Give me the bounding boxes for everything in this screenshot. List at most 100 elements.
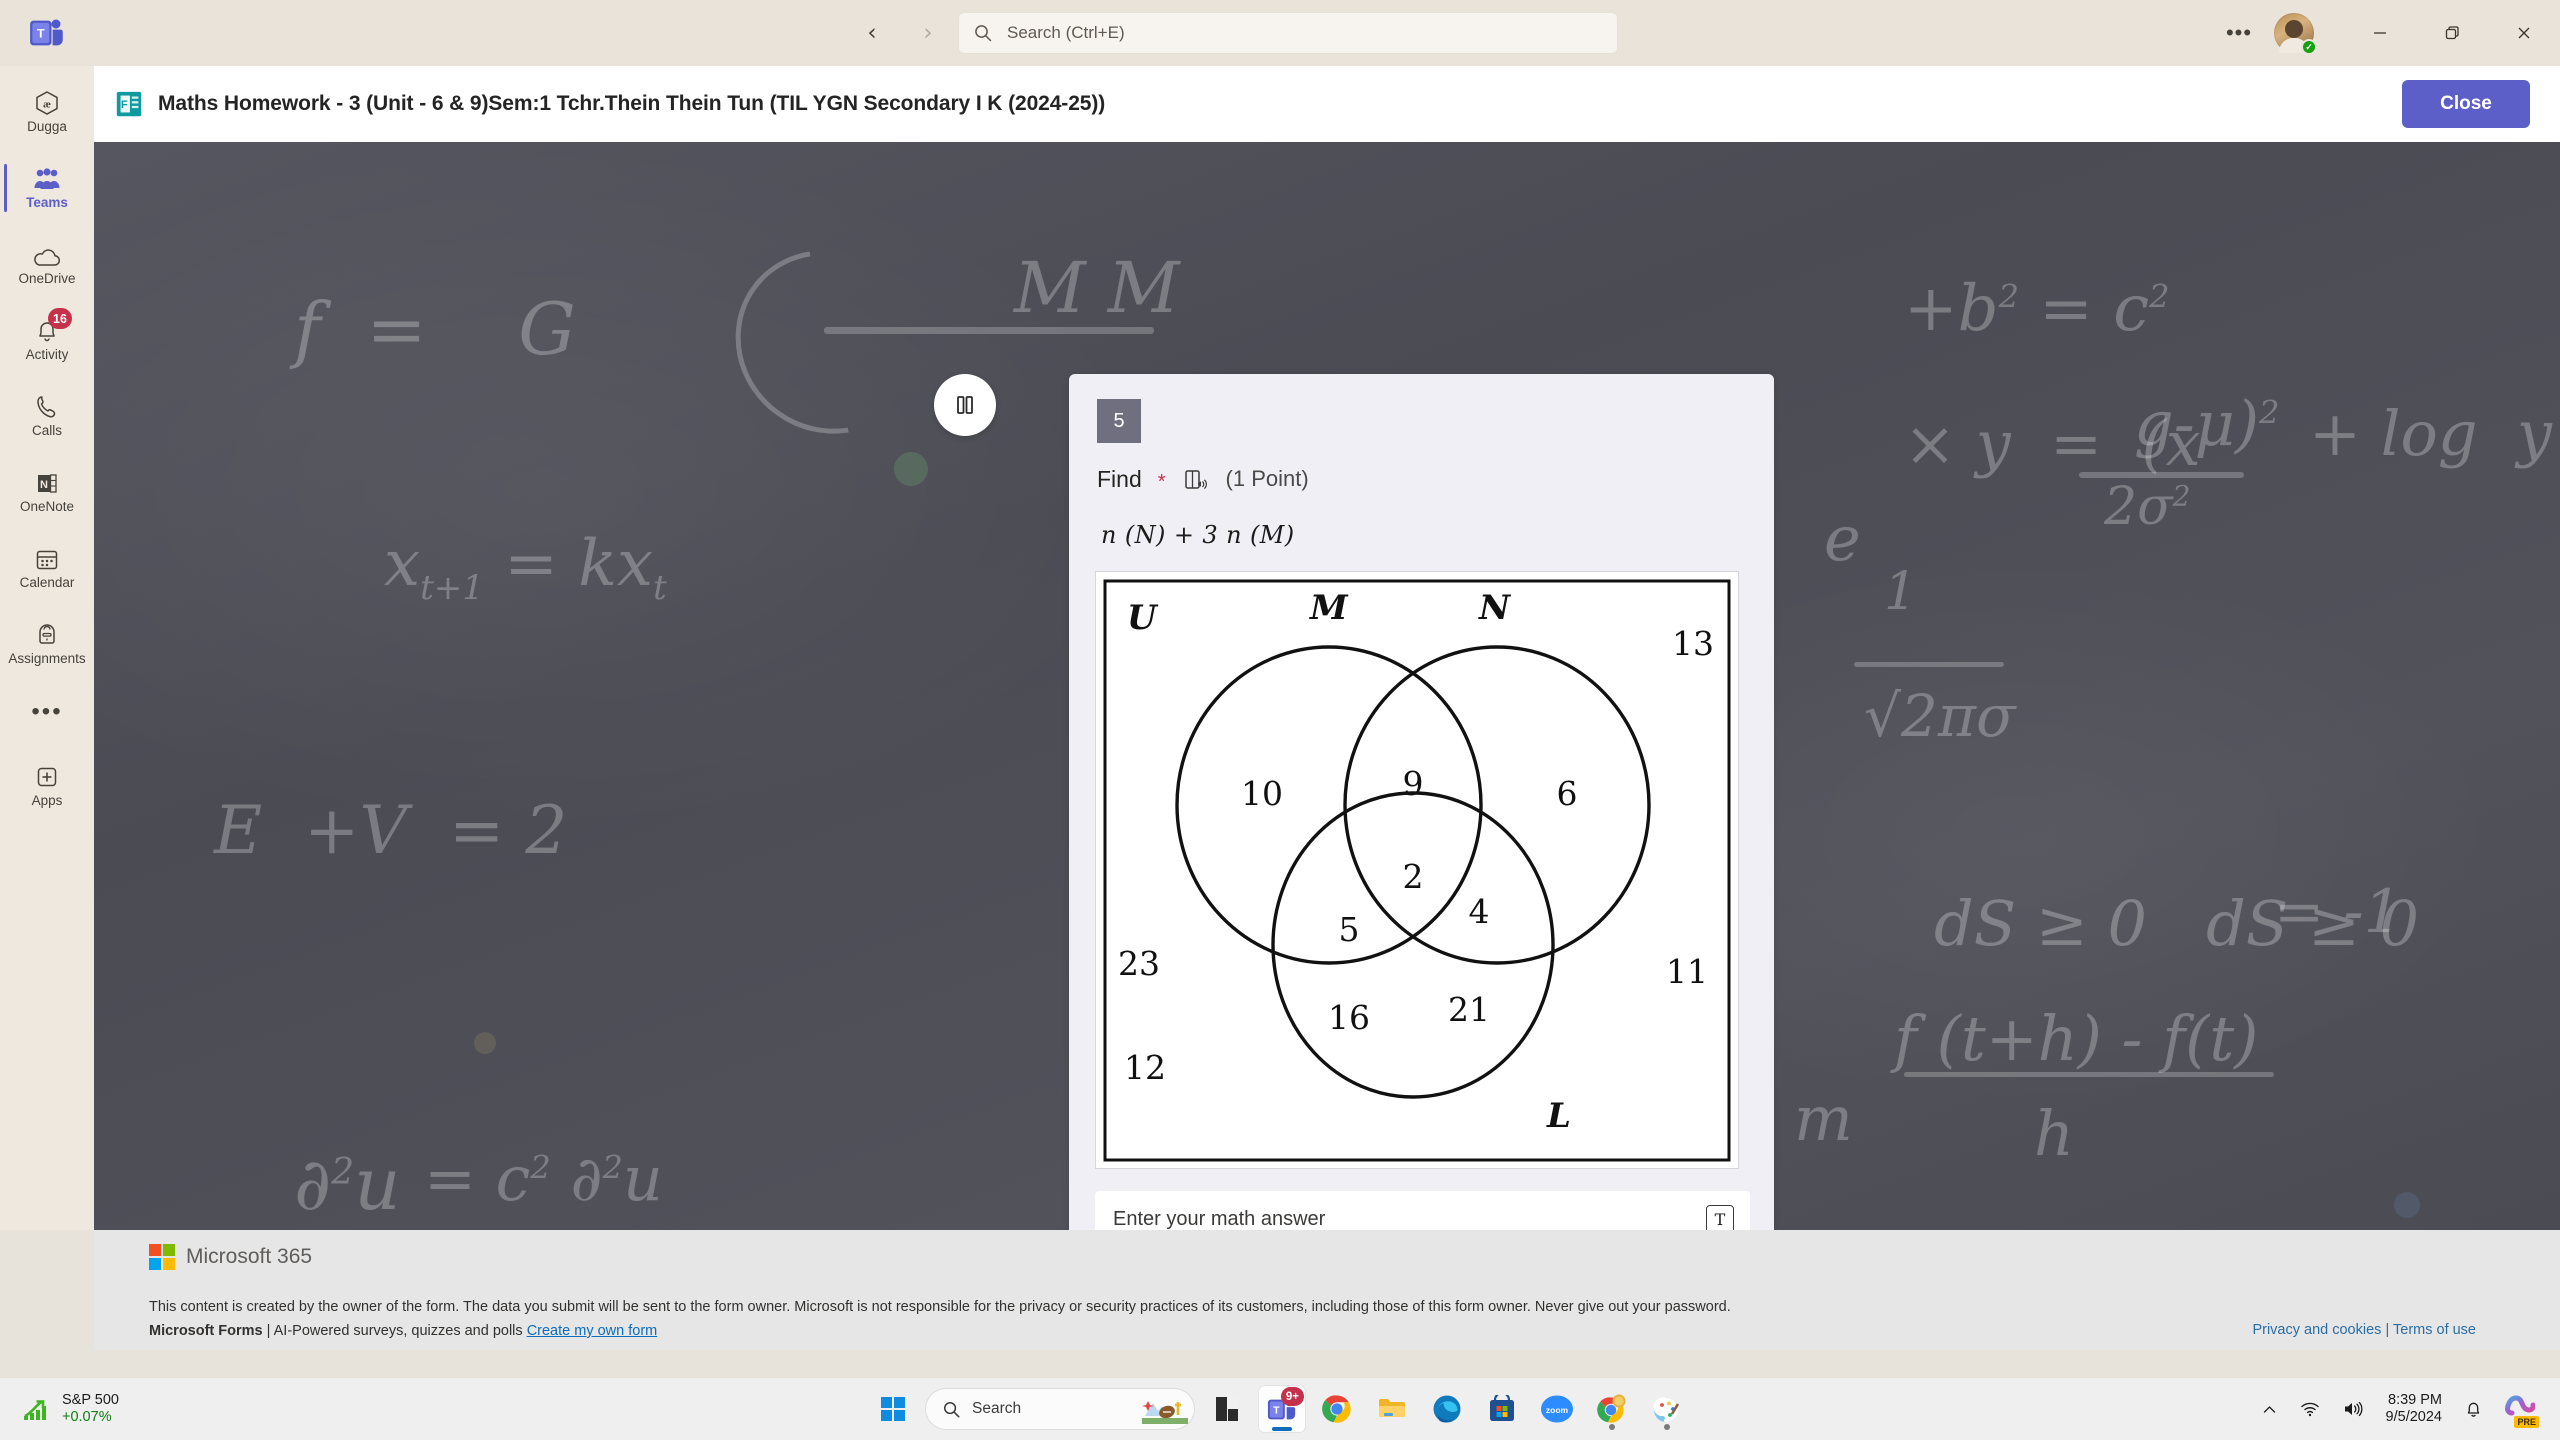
venn-value-n-only: 6	[1557, 774, 1578, 813]
calendar-icon	[33, 545, 61, 573]
global-search-box[interactable]: Search (Ctrl+E)	[958, 12, 1618, 54]
taskbar-clock[interactable]: 8:39 PM 9/5/2024	[2377, 1386, 2451, 1432]
onenote-icon: N	[33, 469, 61, 497]
stock-change-value: +0.07%	[62, 1409, 112, 1425]
svg-text:T: T	[37, 27, 45, 41]
create-my-own-form-link[interactable]: Create my own form	[527, 1323, 658, 1339]
sidebar-label-teams: Teams	[26, 195, 68, 211]
taskbar-search-icon	[943, 1401, 960, 1417]
microsoft-forms-icon: F	[116, 91, 142, 117]
svg-text:æ: æ	[43, 99, 51, 111]
sidebar-label-onedrive: OneDrive	[18, 271, 76, 287]
venn-value-outside-bottomright: 11	[1666, 952, 1708, 991]
venn-label-l: L	[1546, 1096, 1571, 1136]
tray-network-button[interactable]	[2291, 1386, 2329, 1432]
microsoft-365-brand: Microsoft 365	[149, 1244, 312, 1270]
footer-link-separator: |	[2385, 1322, 2390, 1338]
venn-value-l-left: 16	[1328, 998, 1370, 1037]
folder-icon	[1379, 1399, 1405, 1417]
question-prompt-row: Find * (1 Point)	[1097, 465, 1774, 493]
clock-date: 9/5/2024	[2385, 1409, 2442, 1425]
svg-text:T: T	[1273, 1406, 1280, 1417]
sidebar-more-button[interactable]: •••	[0, 682, 94, 742]
microsoft-365-label: Microsoft 365	[186, 1245, 313, 1268]
sidebar-item-teams[interactable]: Teams	[0, 150, 94, 226]
zoom-icon: zoom	[1541, 1395, 1573, 1423]
venn-value-outside-left: 23	[1118, 944, 1160, 983]
file-explorer-app[interactable]	[1369, 1386, 1415, 1432]
tray-volume-button[interactable]	[2333, 1386, 2373, 1432]
venn-value-m-n-l: 2	[1403, 857, 1424, 896]
user-avatar[interactable]: ✓	[2274, 13, 2317, 55]
forms-window: F Maths Homework - 3 (Unit - 6 & 9)Sem:1…	[94, 66, 2560, 1230]
chrome-secondary-app[interactable]	[1589, 1386, 1635, 1432]
start-button[interactable]	[870, 1386, 916, 1432]
microsoft-teams-app[interactable]: T 9+	[1259, 1386, 1305, 1432]
zoom-app[interactable]: zoom	[1534, 1386, 1580, 1432]
notifications-button[interactable]	[2455, 1386, 2492, 1432]
sidebar-item-apps[interactable]: Apps	[0, 748, 94, 824]
forms-header: F Maths Homework - 3 (Unit - 6 & 9)Sem:1…	[94, 66, 2560, 142]
venn-diagram-svg: U M N L 10 9 6 2 5 4 16 21 23 13 11 12	[1103, 579, 1731, 1161]
sidebar-item-dugga[interactable]: æ Dugga	[0, 74, 94, 150]
sidebar-label-dugga: Dugga	[27, 119, 67, 135]
microsoft-edge-app[interactable]	[1424, 1386, 1470, 1432]
taskbar-search-box[interactable]: Search	[925, 1388, 1195, 1430]
window-minimize-button[interactable]	[2344, 0, 2416, 66]
math-answer-input[interactable]: Enter your math answer T	[1095, 1191, 1750, 1230]
sidebar-label-activity: Activity	[25, 347, 69, 363]
microsoft-store-app[interactable]	[1479, 1386, 1525, 1432]
question-card: 5 Find * (1 Point) n (N) + 3 n (M) U M N…	[1069, 374, 1774, 1230]
file-explorer-dark-icon	[1216, 1397, 1238, 1421]
calls-phone-icon	[34, 393, 60, 421]
chevron-up-icon	[2263, 1405, 2275, 1413]
sidebar-item-onedrive[interactable]: OneDrive	[0, 226, 94, 302]
read-aloud-icon[interactable]	[1182, 467, 1210, 495]
window-close-button[interactable]	[2488, 0, 2560, 66]
sidebar-label-calls: Calls	[31, 423, 62, 439]
presence-available-icon: ✓	[2301, 39, 2317, 55]
privacy-and-cookies-link[interactable]: Privacy and cookies	[2252, 1322, 2381, 1338]
sidebar-label-calendar: Calendar	[19, 575, 75, 591]
footer-forms-tagline: | AI-Powered surveys, quizzes and polls	[266, 1322, 523, 1339]
app-sidebar-rail: æ Dugga Teams OneDrive 16 Activity Calls…	[0, 66, 94, 1230]
footer-forms-brand: Microsoft Forms	[149, 1322, 263, 1339]
math-keyboard-icon[interactable]: T	[1706, 1205, 1734, 1230]
windows-start-icon	[881, 1397, 905, 1421]
sidebar-item-onenote[interactable]: N OneNote	[0, 454, 94, 530]
google-chrome-app[interactable]	[1314, 1386, 1360, 1432]
sidebar-label-assignments: Assignments	[8, 651, 86, 667]
question-number-badge: 5	[1097, 399, 1141, 443]
svg-text:N: N	[40, 479, 48, 491]
window-restore-button[interactable]	[2416, 0, 2488, 66]
venn-label-n: N	[1478, 588, 1512, 628]
dugga-icon: æ	[33, 89, 61, 117]
copilot-button[interactable]: PRE	[2496, 1386, 2544, 1432]
navigation-arrows: ‹ ›	[855, 0, 945, 66]
speaker-icon	[2344, 1401, 2363, 1417]
stock-trend-icon	[24, 1400, 46, 1420]
sidebar-item-calendar[interactable]: Calendar	[0, 530, 94, 606]
math-answer-placeholder: Enter your math answer	[1113, 1207, 1326, 1230]
titlebar-right-group: ••• ✓	[2216, 0, 2560, 66]
paint-app[interactable]	[1644, 1386, 1690, 1432]
footer-links: Privacy and cookies | Terms of use	[2252, 1322, 2476, 1338]
backpack-icon	[34, 621, 60, 649]
tray-show-hidden-icons-button[interactable]	[2252, 1386, 2287, 1432]
terms-of-use-link[interactable]: Terms of use	[2393, 1322, 2476, 1338]
forward-button[interactable]: ›	[911, 16, 945, 50]
pause-icon	[957, 396, 973, 414]
titlebar-more-button[interactable]: •••	[2216, 10, 2262, 56]
venn-value-l-right: 21	[1448, 990, 1490, 1029]
teams-app-logo: T	[0, 0, 94, 66]
back-button[interactable]: ‹	[855, 16, 889, 50]
pause-media-button[interactable]	[934, 374, 996, 436]
sidebar-item-assignments[interactable]: Assignments	[0, 606, 94, 682]
chrome-secondary-icon	[1597, 1394, 1626, 1423]
close-form-button[interactable]: Close	[2402, 80, 2530, 128]
taskbar-stock-widget[interactable]: S&P 500 +0.07%	[22, 1392, 119, 1426]
taskbar-app-group: Search T 9+ zoom	[870, 1386, 1690, 1432]
file-explorer-dark-app[interactable]	[1204, 1386, 1250, 1432]
sidebar-item-calls[interactable]: Calls	[0, 378, 94, 454]
sidebar-item-activity[interactable]: 16 Activity	[0, 302, 94, 378]
